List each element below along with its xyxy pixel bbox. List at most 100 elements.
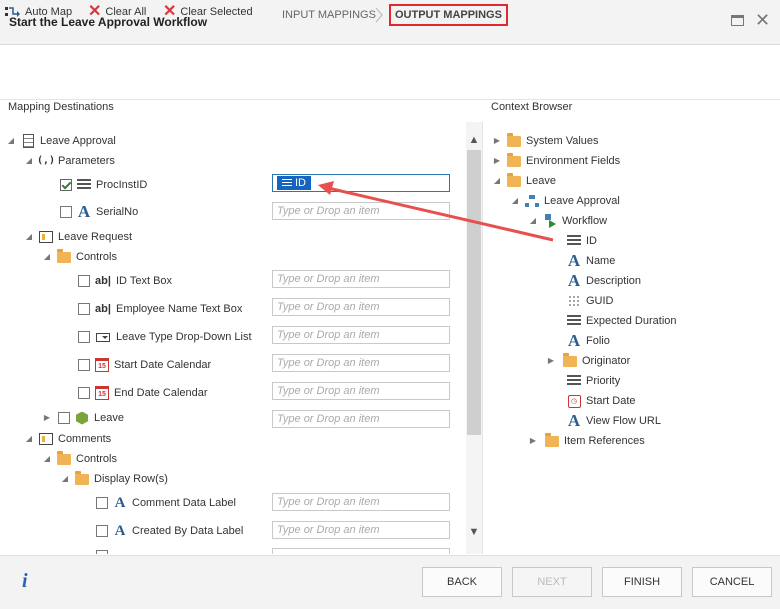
- context-item-start-date[interactable]: ◷ Start Date: [562, 391, 636, 411]
- calendar-icon: 15: [94, 385, 110, 401]
- scroll-down-icon[interactable]: ▼: [466, 526, 482, 538]
- tree-node-partial[interactable]: [96, 546, 108, 554]
- end-date-checkbox[interactable]: [78, 387, 90, 399]
- created-by-mapping-field[interactable]: Type or Drop an item: [272, 521, 450, 539]
- context-item-expected-duration[interactable]: Expected Duration: [562, 311, 677, 331]
- clear-all-button[interactable]: ✕ Clear All: [88, 4, 146, 20]
- procinstid-mapping-field[interactable]: ID: [272, 174, 450, 192]
- partial-mapping-field[interactable]: [272, 548, 450, 554]
- expand-triangle-icon[interactable]: ◢: [42, 449, 52, 469]
- scrollbar-thumb[interactable]: [467, 150, 481, 435]
- tree-node-created-by-label[interactable]: A Created By Data Label: [96, 521, 243, 541]
- cancel-button[interactable]: CANCEL: [692, 567, 772, 597]
- info-icon[interactable]: i: [22, 570, 28, 593]
- serialno-checkbox[interactable]: [60, 206, 72, 218]
- tab-input-mappings[interactable]: INPUT MAPPINGS: [276, 4, 382, 26]
- expand-triangle-icon[interactable]: ◢: [6, 131, 16, 151]
- mapped-item-chip[interactable]: ID: [277, 176, 311, 190]
- tree-node-leave-approval[interactable]: ◢ Leave Approval: [510, 191, 620, 211]
- tree-node-originator[interactable]: ▶ Originator: [546, 351, 630, 371]
- context-item-name[interactable]: A Name: [562, 251, 615, 271]
- tree-node-environment-fields[interactable]: ▶ Environment Fields: [492, 151, 620, 171]
- tree-node-display-rows[interactable]: ◢ Display Row(s): [60, 469, 168, 489]
- context-item-folio[interactable]: A Folio: [562, 331, 610, 351]
- tree-node-leave-approval[interactable]: ◢ Leave Approval: [6, 131, 116, 151]
- employee-name-mapping-field[interactable]: Type or Drop an item: [272, 298, 450, 316]
- collapse-triangle-icon[interactable]: ▶: [492, 151, 502, 171]
- tree-node-serialno[interactable]: A SerialNo: [60, 202, 138, 222]
- close-icon[interactable]: ✕: [755, 11, 770, 29]
- created-by-checkbox[interactable]: [96, 525, 108, 537]
- tree-node-start-date-calendar[interactable]: 15 Start Date Calendar: [78, 355, 211, 375]
- id-text-box-checkbox[interactable]: [78, 275, 90, 287]
- expand-triangle-icon[interactable]: ◢: [60, 469, 70, 489]
- number-list-icon: [566, 373, 582, 389]
- tree-node-controls-2[interactable]: ◢ Controls: [42, 449, 117, 469]
- tree-node-system-values[interactable]: ▶ System Values: [492, 131, 599, 151]
- collapse-triangle-icon[interactable]: ▶: [528, 431, 538, 451]
- maximize-icon[interactable]: [731, 15, 744, 26]
- expand-triangle-icon[interactable]: ◢: [528, 211, 538, 231]
- workflow-hierarchy-icon: [524, 193, 540, 209]
- tree-label: Start Date Calendar: [114, 359, 212, 371]
- tree-node-procinstid[interactable]: ProcInstID: [60, 175, 147, 195]
- tree-node-parameters[interactable]: ◢ (,) Parameters: [24, 151, 115, 171]
- chevron-right-icon: [375, 7, 383, 23]
- context-item-guid[interactable]: GUID: [562, 291, 614, 311]
- procinstid-checkbox[interactable]: [60, 179, 72, 191]
- process-folder-icon: [506, 172, 522, 189]
- partial-row-checkbox[interactable]: [96, 550, 108, 554]
- tree-node-comment-data-label[interactable]: A Comment Data Label: [96, 493, 236, 513]
- start-date-checkbox[interactable]: [78, 359, 90, 371]
- collapse-triangle-icon[interactable]: ▶: [546, 351, 556, 371]
- expand-triangle-icon[interactable]: ◢: [42, 247, 52, 267]
- expand-triangle-icon[interactable]: ◢: [24, 227, 34, 247]
- expand-triangle-icon[interactable]: ◢: [492, 171, 502, 191]
- leave-checkbox[interactable]: [58, 412, 70, 424]
- leave-type-mapping-field[interactable]: Type or Drop an item: [272, 326, 450, 344]
- next-button[interactable]: NEXT: [512, 567, 592, 597]
- tree-label: Start Date: [586, 395, 636, 407]
- tree-node-leave-type[interactable]: Leave Type Drop-Down List: [78, 327, 252, 347]
- tree-node-employee-name[interactable]: ab| Employee Name Text Box: [78, 299, 242, 319]
- tree-node-id-text-box[interactable]: ab| ID Text Box: [78, 271, 172, 291]
- text-icon: A: [567, 411, 581, 430]
- leave-mapping-field[interactable]: Type or Drop an item: [272, 410, 450, 428]
- tree-node-item-references[interactable]: ▶ Item References: [528, 431, 645, 451]
- tab-output-mappings[interactable]: OUTPUT MAPPINGS: [389, 4, 508, 26]
- comment-label-mapping-field[interactable]: Type or Drop an item: [272, 493, 450, 511]
- employee-name-checkbox[interactable]: [78, 303, 90, 315]
- tree-node-leave[interactable]: ▶ Leave: [42, 408, 124, 428]
- toolbar: [0, 75, 780, 100]
- tree-node-workflow[interactable]: ◢ Workflow: [528, 211, 607, 231]
- collapse-triangle-icon[interactable]: ▶: [42, 408, 52, 428]
- expand-triangle-icon[interactable]: ◢: [24, 429, 34, 449]
- dropdown-icon: [94, 329, 112, 345]
- context-item-view-flow-url[interactable]: A View Flow URL: [562, 411, 661, 431]
- tree-node-end-date-calendar[interactable]: 15 End Date Calendar: [78, 383, 208, 403]
- back-button[interactable]: BACK: [422, 567, 502, 597]
- tree-node-controls[interactable]: ◢ Controls: [42, 247, 117, 267]
- context-item-priority[interactable]: Priority: [562, 371, 620, 391]
- expand-triangle-icon[interactable]: ◢: [510, 191, 520, 211]
- auto-map-button[interactable]: Auto Map: [5, 4, 72, 20]
- end-date-mapping-field[interactable]: Type or Drop an item: [272, 382, 450, 400]
- id-text-box-mapping-field[interactable]: Type or Drop an item: [272, 270, 450, 288]
- scroll-up-icon[interactable]: ▲: [466, 134, 482, 146]
- user-folder-icon: [562, 352, 578, 369]
- clear-selected-button[interactable]: ✕ Clear Selected: [163, 4, 253, 20]
- tree-label: Controls: [76, 453, 117, 465]
- finish-button[interactable]: FINISH: [602, 567, 682, 597]
- tree-label: Parameters: [58, 155, 115, 167]
- context-item-description[interactable]: A Description: [562, 271, 641, 291]
- context-item-id[interactable]: ID: [562, 231, 597, 251]
- leave-type-checkbox[interactable]: [78, 331, 90, 343]
- tree-node-comments[interactable]: ◢ Comments: [24, 429, 111, 449]
- comment-label-checkbox[interactable]: [96, 497, 108, 509]
- tree-node-leave-request[interactable]: ◢ Leave Request: [24, 227, 132, 247]
- expand-triangle-icon[interactable]: ◢: [24, 151, 34, 171]
- collapse-triangle-icon[interactable]: ▶: [492, 131, 502, 151]
- tree-node-leave[interactable]: ◢ Leave: [492, 171, 556, 191]
- start-date-mapping-field[interactable]: Type or Drop an item: [272, 354, 450, 372]
- serialno-mapping-field[interactable]: Type or Drop an item: [272, 202, 450, 220]
